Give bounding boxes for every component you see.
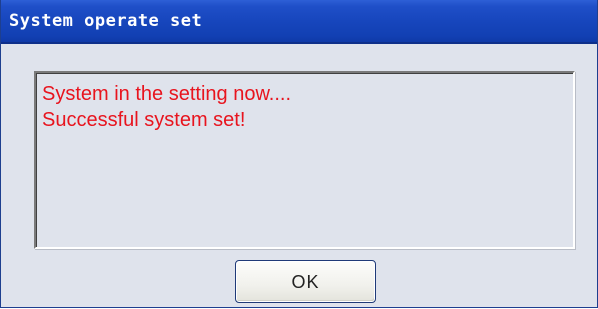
- system-operate-dialog: System operate set System in the setting…: [0, 0, 598, 308]
- dialog-body: System in the setting now.... Successful…: [1, 44, 597, 307]
- ok-button[interactable]: OK: [235, 260, 376, 303]
- message-box: System in the setting now.... Successful…: [34, 71, 575, 249]
- message-line-2: Successful system set!: [42, 109, 246, 131]
- window-title: System operate set: [9, 11, 203, 31]
- title-bar[interactable]: System operate set: [1, 0, 597, 44]
- message-line-1: System in the setting now....: [42, 83, 292, 105]
- ok-button-label: OK: [291, 272, 320, 292]
